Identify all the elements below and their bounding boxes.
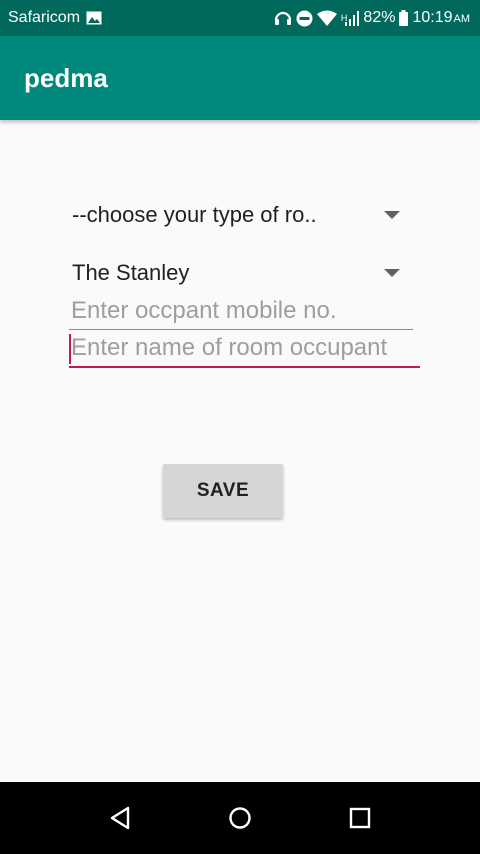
wifi-icon bbox=[316, 10, 337, 26]
do-not-disturb-icon bbox=[296, 10, 313, 27]
dropdown-arrow-icon bbox=[384, 211, 400, 219]
home-icon bbox=[229, 807, 251, 829]
room-type-spinner-value: --choose your type of ro.. bbox=[72, 202, 317, 227]
screen: Safaricom H 82% 10:19AM pedma --choose y… bbox=[0, 0, 480, 854]
clock-time: 10:19 bbox=[412, 9, 453, 26]
home-button[interactable] bbox=[210, 788, 270, 848]
headphones-icon bbox=[274, 10, 292, 26]
save-button[interactable]: SAVE bbox=[163, 464, 283, 518]
recents-icon bbox=[349, 807, 371, 829]
property-spinner[interactable]: The Stanley bbox=[72, 253, 408, 293]
property-spinner-value: The Stanley bbox=[72, 260, 190, 285]
clock: 10:19AM bbox=[412, 9, 470, 27]
status-bar: Safaricom H 82% 10:19AM bbox=[0, 0, 480, 36]
clock-suffix: AM bbox=[453, 13, 471, 25]
room-type-spinner[interactable]: --choose your type of ro.. bbox=[72, 195, 408, 235]
image-icon bbox=[86, 11, 102, 25]
back-button[interactable] bbox=[90, 788, 150, 848]
dropdown-arrow-icon bbox=[384, 269, 400, 277]
battery-percent: 82% bbox=[363, 9, 396, 26]
mobile-field-container bbox=[69, 292, 413, 330]
name-field-container bbox=[69, 330, 420, 368]
carrier-name: Safaricom bbox=[8, 9, 81, 26]
status-right: H 82% 10:19AM bbox=[274, 9, 470, 27]
text-cursor bbox=[69, 334, 71, 364]
navigation-bar bbox=[0, 782, 480, 854]
app-title: pedma bbox=[24, 62, 108, 93]
signal-icon: H bbox=[341, 10, 360, 26]
mobile-number-input[interactable] bbox=[69, 292, 413, 330]
recents-button[interactable] bbox=[330, 788, 390, 848]
app-bar: pedma bbox=[0, 36, 480, 120]
occupant-name-input[interactable] bbox=[69, 330, 420, 368]
status-left: Safaricom bbox=[8, 9, 102, 27]
battery-icon bbox=[399, 10, 409, 26]
back-icon bbox=[110, 806, 130, 830]
